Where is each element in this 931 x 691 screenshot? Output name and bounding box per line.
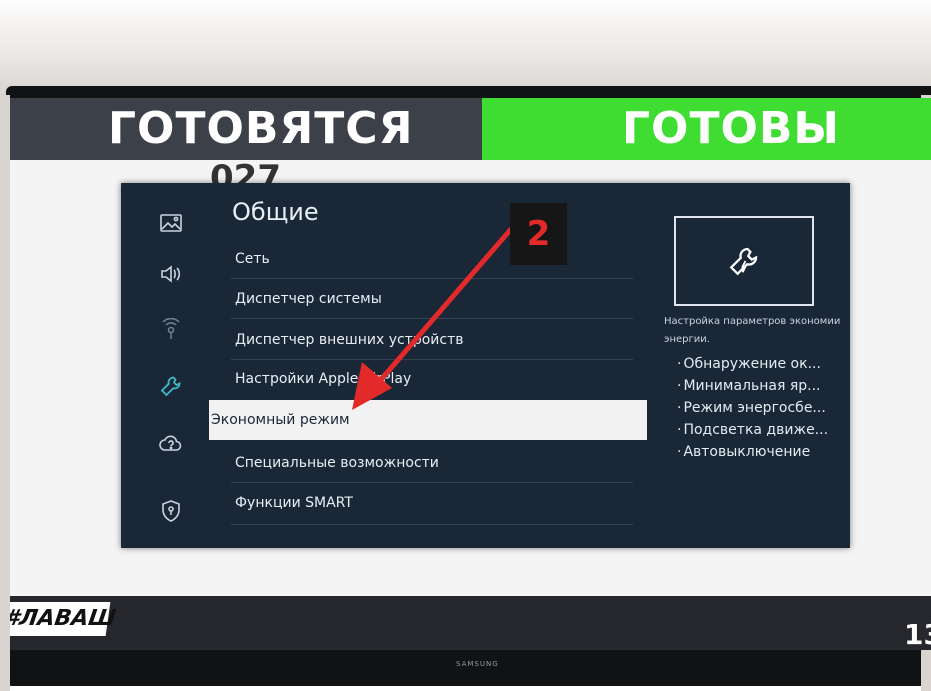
menu-title: Общие — [232, 198, 319, 226]
wrench-icon[interactable] — [158, 373, 184, 399]
menu-item-eco-mode[interactable]: Экономный режим — [209, 400, 647, 440]
ready-label: ГОТОВЫ — [622, 103, 840, 154]
eco-feature-item: Обнаружение ок... — [677, 353, 828, 375]
eco-description: Настройка параметров экономии энергии. — [664, 316, 841, 345]
menu-item-accessibility[interactable]: Специальные возможности — [229, 443, 633, 483]
eco-feature-item: Минимальная яр... — [677, 375, 828, 397]
wall-left — [0, 95, 10, 691]
menu-item-external-device-manager[interactable]: Диспетчер внешних устройств — [229, 320, 633, 360]
eco-feature-item: Подсветка движе... — [677, 419, 828, 441]
preview-box — [674, 216, 814, 306]
cropped-caption-area — [0, 0, 931, 26]
support-icon[interactable] — [158, 431, 184, 457]
clock: 13 — [904, 618, 931, 650]
annotation-step-badge: 2 — [510, 203, 567, 265]
menu-item-smart-features[interactable]: Функции SMART — [229, 483, 633, 523]
picture-icon[interactable] — [158, 210, 184, 236]
board-footer — [10, 596, 931, 650]
menu-divider — [231, 524, 633, 525]
eco-feature-item: Режим энергосбе... — [677, 397, 828, 419]
preparing-label: ГОТОВЯТСЯ — [108, 103, 414, 154]
menu-item-apple-airplay[interactable]: Настройки Apple AirPlay — [229, 359, 633, 399]
sound-icon[interactable] — [158, 261, 184, 287]
tv-brand-logo: SAMSUNG — [456, 660, 499, 668]
menu-item-network[interactable]: Сеть — [229, 239, 633, 279]
eco-feature-item: Автовыключение — [677, 441, 828, 463]
settings-icon-rail — [121, 183, 205, 548]
privacy-shield-icon[interactable] — [158, 498, 184, 524]
eco-wrench-icon — [729, 247, 758, 276]
broadcast-icon[interactable] — [158, 317, 184, 343]
annotation-step-number: 2 — [526, 214, 551, 254]
settings-menu: Общие Сеть Диспетчер системы Диспетчер в… — [121, 183, 850, 548]
photo-scene: ГОТОВЯТСЯ ГОТОВЫ 027 #ЛАВАШ 13 SAMSUNG — [0, 0, 931, 691]
eco-feature-list: Обнаружение ок... Минимальная яр... Режи… — [677, 353, 828, 463]
brand-tag: #ЛАВАШ — [10, 602, 117, 636]
menu-item-system-manager[interactable]: Диспетчер системы — [229, 279, 633, 319]
menu-divider — [231, 318, 633, 319]
